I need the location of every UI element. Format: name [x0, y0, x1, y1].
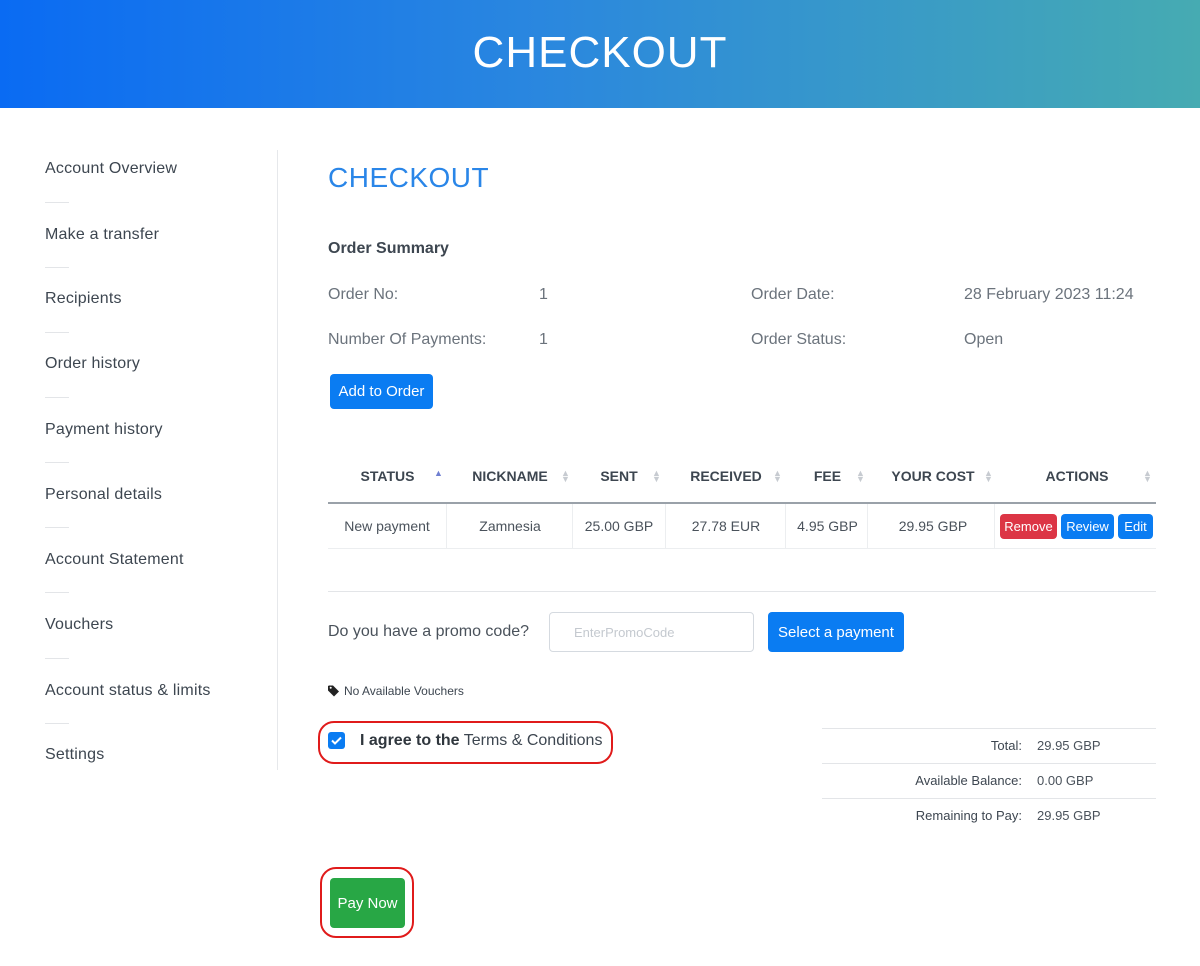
sort-icon[interactable]: ▲ ▼ — [856, 469, 865, 484]
add-to-order-button[interactable]: Add to Order — [330, 374, 433, 409]
sort-icon[interactable]: ▲ ▼ — [1143, 469, 1152, 484]
sidebar-item-personal-details[interactable]: Personal details — [45, 486, 162, 504]
review-button[interactable]: Review — [1061, 514, 1114, 539]
sort-asc-icon[interactable]: ▲ — [434, 469, 443, 478]
order-status-label: Order Status: — [751, 331, 847, 348]
total-value: 29.95 GBP — [1037, 738, 1101, 753]
payments-count-label: Number Of Payments: — [328, 331, 487, 348]
sidebar-divider — [45, 267, 69, 268]
order-no-label: Order No: — [328, 286, 399, 303]
column-header-status[interactable]: STATUS — [345, 468, 430, 484]
column-header-sent[interactable]: SENT — [586, 468, 652, 484]
column-divider — [785, 504, 786, 549]
sidebar-divider — [45, 332, 69, 333]
sort-icon[interactable]: ▲ ▼ — [773, 469, 782, 484]
cell-status: New payment — [344, 518, 430, 534]
sidebar-item-settings[interactable]: Settings — [45, 746, 104, 764]
cell-nickname: Zamnesia — [479, 518, 541, 534]
sidebar-item-account-status-limits[interactable]: Account status & limits — [45, 682, 211, 700]
header-banner: CHECKOUT — [0, 0, 1200, 108]
sidebar-divider — [45, 462, 69, 463]
column-header-actions[interactable]: ACTIONS — [1030, 468, 1124, 484]
cell-received: 27.78 EUR — [691, 518, 761, 534]
page-header-title: CHECKOUT — [472, 28, 728, 77]
sidebar-item-payment-history[interactable]: Payment history — [45, 421, 163, 439]
cell-your-cost: 29.95 GBP — [898, 518, 968, 534]
sidebar-item-vouchers[interactable]: Vouchers — [45, 616, 113, 634]
column-header-nickname[interactable]: NICKNAME — [460, 468, 560, 484]
sidebar-divider — [45, 723, 69, 724]
column-divider — [994, 504, 995, 549]
sidebar-item-order-history[interactable]: Order history — [45, 355, 140, 373]
table-row-divider — [328, 548, 1156, 549]
column-divider — [665, 504, 666, 549]
column-divider — [867, 504, 868, 549]
select-payment-button[interactable]: Select a payment — [768, 612, 904, 652]
section-divider — [328, 591, 1156, 592]
summary-top-divider — [822, 728, 1156, 729]
sidebar-divider — [45, 658, 69, 659]
payments-count-value: 1 — [539, 331, 548, 348]
remove-button[interactable]: Remove — [1000, 514, 1057, 539]
tag-icon — [328, 685, 340, 697]
total-label: Total: — [990, 738, 1022, 753]
sidebar-divider — [45, 202, 69, 203]
edit-button[interactable]: Edit — [1118, 514, 1153, 539]
pay-now-button[interactable]: Pay Now — [330, 878, 405, 928]
summary-divider — [822, 763, 1156, 764]
sidebar-item-account-statement[interactable]: Account Statement — [45, 551, 184, 569]
order-summary-heading: Order Summary — [328, 240, 449, 257]
sort-icon[interactable]: ▲ ▼ — [984, 469, 993, 484]
vouchers-note: No Available Vouchers — [328, 684, 464, 698]
column-header-your-cost[interactable]: YOUR COST — [885, 468, 981, 484]
no-vouchers-text: No Available Vouchers — [344, 684, 464, 698]
sidebar-divider — [45, 397, 69, 398]
promo-code-question: Do you have a promo code? — [328, 623, 530, 640]
column-header-fee[interactable]: FEE — [800, 468, 855, 484]
terms-link[interactable]: Terms & Conditions — [464, 732, 603, 749]
terms-checkbox[interactable] — [328, 732, 345, 749]
table-header-divider — [328, 502, 1156, 504]
order-no-value: 1 — [539, 286, 548, 303]
balance-value: 0.00 GBP — [1037, 773, 1094, 788]
remaining-value: 29.95 GBP — [1037, 808, 1101, 823]
promo-code-input[interactable] — [549, 612, 754, 652]
sidebar-divider — [45, 527, 69, 528]
sidebar-item-recipients[interactable]: Recipients — [45, 290, 122, 308]
main-title: CHECKOUT — [328, 162, 490, 193]
cell-fee: 4.95 GBP — [797, 518, 858, 534]
checkmark-icon — [331, 736, 342, 745]
terms-label: I agree to the Terms & Conditions — [360, 732, 602, 750]
column-divider — [446, 504, 447, 549]
sort-icon[interactable]: ▲ ▼ — [561, 469, 570, 484]
order-date-value: 28 February 2023 11:24 — [964, 286, 1134, 303]
terms-prefix: I agree to the — [360, 732, 460, 749]
sort-icon[interactable]: ▲ ▼ — [652, 469, 661, 484]
sidebar-divider — [45, 592, 69, 593]
order-date-label: Order Date: — [751, 286, 835, 303]
column-divider — [572, 504, 573, 549]
balance-label: Available Balance: — [915, 773, 1022, 788]
cell-sent: 25.00 GBP — [584, 518, 654, 534]
column-header-received[interactable]: RECEIVED — [680, 468, 772, 484]
order-status-value: Open — [964, 331, 1004, 348]
summary-divider — [822, 798, 1156, 799]
sidebar-item-account-overview[interactable]: Account Overview — [45, 160, 177, 178]
sidebar-item-make-transfer[interactable]: Make a transfer — [45, 226, 159, 244]
remaining-label: Remaining to Pay: — [915, 808, 1022, 823]
